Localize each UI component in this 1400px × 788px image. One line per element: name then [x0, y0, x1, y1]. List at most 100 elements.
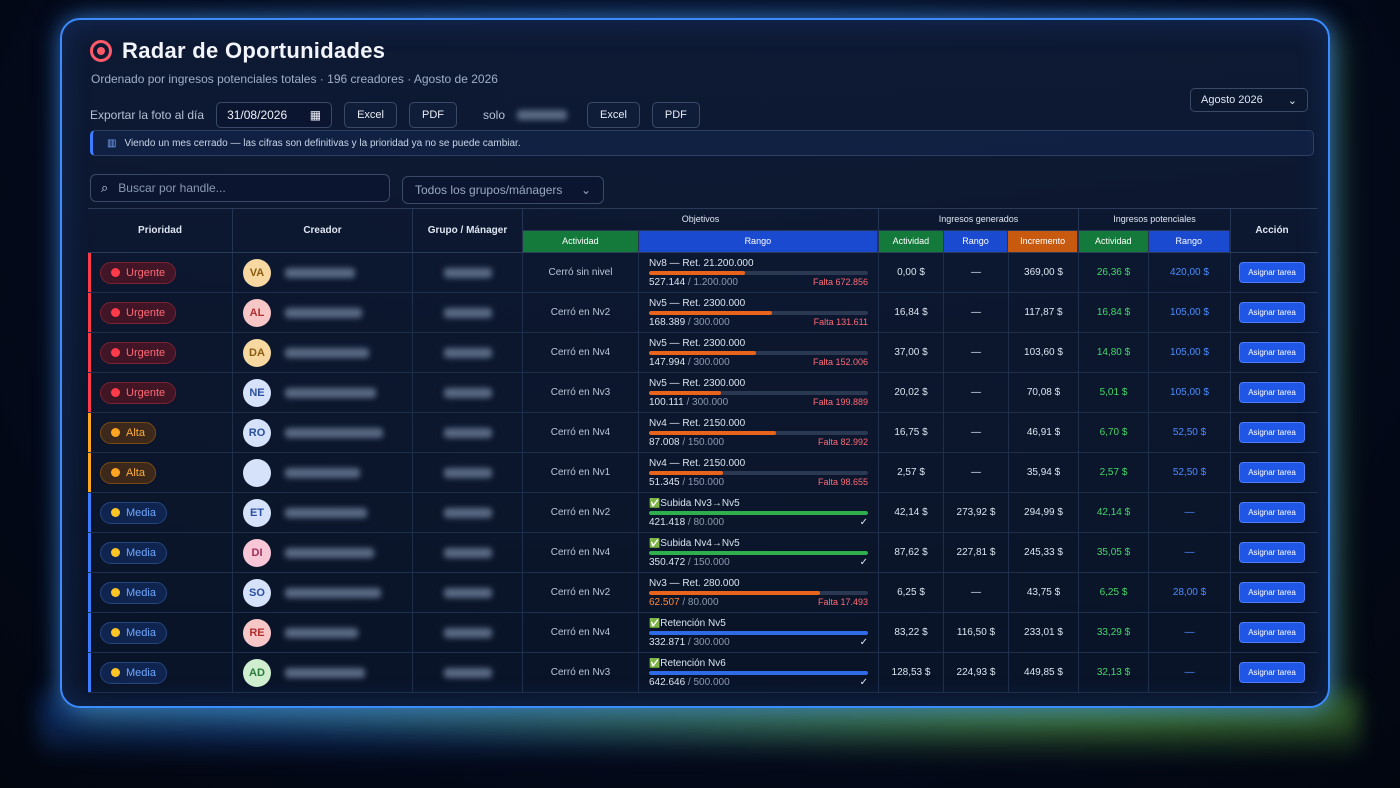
search-box[interactable]: ⌕ Buscar por handle... [90, 174, 390, 202]
date-input[interactable]: 31/08/2026 ▦ [216, 102, 333, 128]
income-activity: 16,84 $ [879, 293, 944, 332]
rank-progress-value: 87.008 [649, 436, 680, 448]
progress-track [649, 310, 868, 315]
month-select[interactable]: Agosto 2026 ⌄ [1190, 88, 1308, 112]
priority-badge[interactable]: Alta [100, 421, 156, 444]
excel-solo-button[interactable]: Excel [587, 102, 640, 128]
col-ip-actividad[interactable]: Actividad [1079, 230, 1149, 252]
blurred-creator-handle [285, 467, 360, 478]
avatar: DI [243, 538, 271, 567]
check-mark-icon: ✓ [859, 516, 868, 528]
priority-badge[interactable]: Urgente [100, 261, 177, 284]
priority-dot-icon [111, 548, 120, 557]
potential-activity: 35,05 $ [1079, 533, 1149, 572]
creator-cell[interactable] [233, 453, 413, 492]
income-rank: — [944, 253, 1009, 292]
priority-badge[interactable]: Urgente [100, 301, 177, 324]
blurred-group-name [443, 387, 492, 398]
col-ig-incremento[interactable]: Incremento [1008, 230, 1078, 252]
assign-task-button[interactable]: Asignar tarea [1239, 422, 1305, 443]
priority-dot-icon [111, 388, 120, 397]
rank-title: Nv5 — Ret. 2300.000 [649, 377, 746, 389]
assign-task-button[interactable]: Asignar tarea [1239, 462, 1305, 483]
creator-cell[interactable]: NE [233, 373, 413, 412]
potential-rank: — [1149, 653, 1231, 692]
creator-cell[interactable]: RE [233, 613, 413, 652]
header: Radar de Oportunidades Ordenado por ingr… [90, 38, 498, 86]
search-icon: ⌕ [101, 180, 109, 195]
assign-task-button[interactable]: Asignar tarea [1239, 302, 1305, 323]
priority-label: Urgente [126, 306, 166, 319]
priority-label: Urgente [126, 346, 166, 359]
col-creador[interactable]: Creador [233, 209, 413, 252]
group-filter-select[interactable]: Todos los grupos/mánagers ⌄ [402, 176, 604, 204]
progress-fill [649, 310, 772, 315]
assign-task-button[interactable]: Asignar tarea [1239, 382, 1305, 403]
creator-cell[interactable]: AD [233, 653, 413, 692]
priority-badge[interactable]: Alta [100, 461, 156, 484]
rank-progress-cell: Nv3 — Ret. 280.000 62.507 / 80.000 Falta 1… [639, 573, 879, 612]
col-ig-rango[interactable]: Rango [943, 230, 1009, 252]
col-ip-rango[interactable]: Rango [1148, 230, 1230, 252]
col-obj-actividad[interactable]: Actividad [523, 230, 639, 252]
rank-value-line: 168.389 / 300.000 Falta 131.611 [649, 317, 868, 328]
assign-task-button[interactable]: Asignar tarea [1239, 582, 1305, 603]
priority-accent [88, 533, 91, 572]
group-cell [413, 333, 523, 372]
remaining-value: Falta 98.655 [817, 477, 868, 487]
income-activity: 42,14 $ [879, 493, 944, 532]
creator-cell[interactable]: DI [233, 533, 413, 572]
potential-rank: — [1149, 493, 1231, 532]
pdf-solo-button[interactable]: PDF [651, 102, 700, 128]
potential-activity: 42,14 $ [1079, 493, 1149, 532]
creator-cell[interactable]: ET [233, 493, 413, 532]
income-rank: — [944, 373, 1009, 412]
creator-cell[interactable]: SO [233, 573, 413, 612]
priority-badge[interactable]: Urgente [100, 381, 177, 404]
priority-dot-icon [111, 508, 120, 517]
creator-cell[interactable]: DA [233, 333, 413, 372]
activity-status: Cerró en Nv4 [523, 533, 639, 572]
group-cell [413, 493, 523, 532]
remaining-value: Falta 131.611 [813, 317, 868, 327]
search-input[interactable]: Buscar por handle... [118, 181, 225, 195]
assign-task-button[interactable]: Asignar tarea [1239, 542, 1305, 563]
solo-label: solo [482, 108, 505, 122]
assign-task-button[interactable]: Asignar tarea [1239, 502, 1305, 523]
avatar: RE [243, 618, 271, 647]
page-subtitle: Ordenado por ingresos potenciales totale… [91, 72, 498, 86]
creator-cell[interactable]: RO [233, 413, 413, 452]
assign-task-button[interactable]: Asignar tarea [1239, 342, 1305, 363]
assign-task-button[interactable]: Asignar tarea [1239, 262, 1305, 283]
table-body: Urgente VA Cerró sin nivel Nv8 — Ret. 21.20… [88, 253, 1318, 693]
pdf-button[interactable]: PDF [408, 102, 457, 128]
priority-badge[interactable]: Urgente [100, 341, 177, 364]
col-grupo[interactable]: Grupo / Mánager [413, 209, 523, 252]
col-obj-rango[interactable]: Rango [638, 230, 878, 252]
priority-badge[interactable]: Media [100, 581, 167, 604]
excel-button[interactable]: Excel [344, 102, 397, 128]
assign-task-button[interactable]: Asignar tarea [1239, 622, 1305, 643]
priority-badge[interactable]: Media [100, 621, 167, 644]
priority-badge[interactable]: Media [100, 661, 167, 684]
creator-cell[interactable]: VA [233, 253, 413, 292]
table-row: Alta Cerró en Nv1 Nv4 — Ret. 2150.000 51.34… [88, 453, 1318, 493]
rank-value-line: 147.994 / 300.000 Falta 152.006 [649, 357, 868, 368]
col-ig-actividad[interactable]: Actividad [879, 230, 944, 252]
potential-activity: 2,57 $ [1079, 453, 1149, 492]
priority-accent [88, 373, 91, 412]
group-cell [413, 293, 523, 332]
blurred-group-name [443, 587, 492, 598]
rank-progress-cell: Nv5 — Ret. 2300.000 100.111 / 300.000 Falt… [639, 373, 879, 412]
col-prioridad[interactable]: Prioridad [88, 209, 233, 252]
priority-cell: Alta [88, 453, 233, 492]
rank-target-value: / 80.000 [679, 596, 719, 608]
priority-badge[interactable]: Media [100, 541, 167, 564]
priority-accent [88, 413, 91, 452]
creator-cell[interactable]: AL [233, 293, 413, 332]
assign-task-button[interactable]: Asignar tarea [1239, 662, 1305, 683]
action-cell: Asignar tarea [1231, 613, 1313, 652]
activity-status: Cerró sin nivel [523, 253, 639, 292]
rank-progress-value: 62.507 [649, 596, 680, 608]
priority-badge[interactable]: Media [100, 501, 167, 524]
